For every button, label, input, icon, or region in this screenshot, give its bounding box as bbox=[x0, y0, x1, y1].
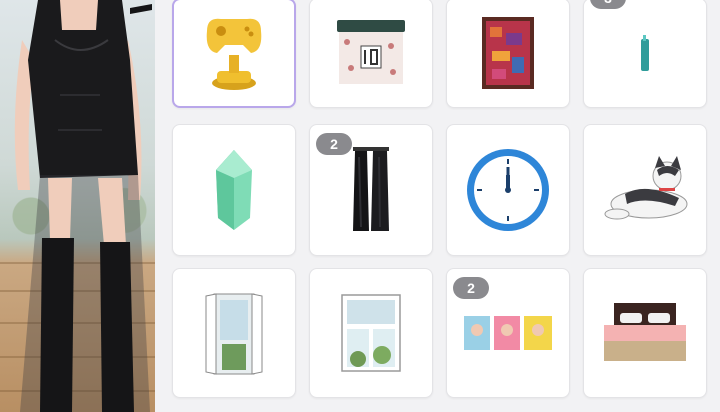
inventory-grid: 3 2 bbox=[172, 0, 720, 412]
inventory-item[interactable] bbox=[446, 124, 570, 256]
item-count-badge: 2 bbox=[316, 133, 352, 155]
avatar-preview bbox=[0, 0, 155, 412]
inventory-item[interactable] bbox=[583, 268, 707, 398]
inventory-item[interactable] bbox=[583, 124, 707, 256]
inventory-item[interactable] bbox=[172, 124, 296, 256]
blue-wall-clock-icon bbox=[467, 149, 549, 231]
black-curtain-icon bbox=[353, 147, 389, 231]
magazine-posters-icon bbox=[464, 316, 552, 350]
floral-storage-box-icon bbox=[337, 20, 405, 84]
white-window-icon bbox=[341, 294, 401, 372]
inventory-item[interactable]: 3 bbox=[583, 0, 707, 108]
teal-candle-icon bbox=[641, 35, 649, 71]
inventory-item[interactable] bbox=[446, 0, 570, 108]
inventory-item[interactable]: 2 bbox=[446, 268, 570, 398]
avatar-figure bbox=[14, 0, 152, 412]
inventory-item[interactable] bbox=[172, 268, 296, 398]
inventory-item[interactable] bbox=[172, 0, 296, 108]
inventory-item[interactable] bbox=[309, 268, 433, 398]
double-bed-icon bbox=[604, 303, 686, 361]
open-french-window-icon bbox=[205, 293, 263, 375]
item-count-badge: 3 bbox=[590, 0, 626, 9]
item-count-badge: 2 bbox=[453, 277, 489, 299]
gold-gamepad-trophy-icon bbox=[206, 18, 262, 90]
green-crystal-icon bbox=[216, 150, 252, 230]
inventory-item[interactable] bbox=[309, 0, 433, 108]
husky-dog-icon bbox=[604, 156, 688, 220]
inventory-item[interactable]: 2 bbox=[309, 124, 433, 256]
framed-colorful-painting-icon bbox=[482, 17, 534, 89]
